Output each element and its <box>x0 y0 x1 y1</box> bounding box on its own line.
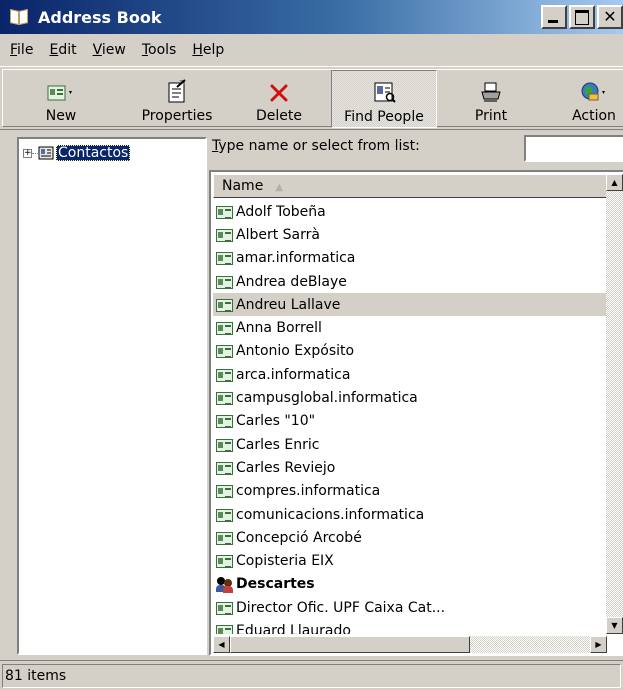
menu-tools[interactable]: Tools <box>142 42 177 58</box>
contact-card-icon <box>215 553 234 569</box>
list-item[interactable]: campusglobal.informatica <box>213 386 607 409</box>
list-item[interactable]: Anna Borrell <box>213 316 607 339</box>
properties-label: Properties <box>141 108 213 124</box>
find-people-button[interactable]: Find People <box>331 70 437 128</box>
contact-card-icon <box>215 343 234 359</box>
list-item[interactable]: Andrea deBlaye <box>213 270 607 293</box>
contact-card-icon <box>215 507 234 523</box>
contact-group-icon <box>215 576 234 594</box>
address-book-icon <box>8 7 30 27</box>
action-button[interactable]: Action <box>561 70 623 128</box>
maximize-button[interactable] <box>569 5 595 29</box>
menu-view[interactable]: View <box>93 42 126 58</box>
scroll-left-arrow-icon[interactable]: ◀ <box>213 636 230 653</box>
list-item[interactable]: Antonio Expósito <box>213 340 607 363</box>
list-item[interactable]: arca.informatica <box>213 363 607 386</box>
contact-card-icon <box>215 227 234 243</box>
expand-plus-icon[interactable]: + <box>23 148 32 158</box>
menu-edit[interactable]: Edit <box>49 42 76 58</box>
list-item[interactable]: compres.informatica <box>213 480 607 503</box>
minimize-button[interactable] <box>541 5 567 29</box>
search-input[interactable] <box>524 135 623 162</box>
contact-card-icon <box>215 390 234 406</box>
delete-x-icon <box>270 84 288 102</box>
list-item[interactable]: Adolf Tobeña <box>213 200 607 223</box>
new-label: New <box>45 108 77 124</box>
scroll-right-arrow-icon[interactable]: ▶ <box>590 636 607 653</box>
new-button[interactable]: New <box>31 70 91 128</box>
list-item[interactable]: Copisteria EIX <box>213 549 607 572</box>
folder-tree[interactable]: + Contactos <box>17 137 207 655</box>
vertical-scrollbar[interactable]: ▲ ▼ <box>606 174 623 634</box>
contact-card-icon <box>215 600 234 616</box>
find-people-icon <box>374 82 396 103</box>
properties-button[interactable]: Properties <box>129 70 225 128</box>
list-item[interactable]: Albert Sarrà <box>213 223 607 246</box>
action-globe-icon <box>581 82 605 101</box>
close-button[interactable]: ✕ <box>597 5 623 29</box>
contact-card-icon <box>215 460 234 476</box>
toolbar: New Properties Delete Find People Print … <box>0 66 623 130</box>
delete-label: Delete <box>256 108 302 124</box>
contact-card-icon <box>215 250 234 266</box>
address-book-folder-icon <box>38 146 54 160</box>
search-label: Type name or select from list: <box>212 138 420 154</box>
list-item[interactable]: Carles "10" <box>213 410 607 433</box>
action-label: Action <box>572 108 616 124</box>
delete-button[interactable]: Delete <box>248 70 310 128</box>
menu-file[interactable]: File <box>10 42 33 58</box>
list-item[interactable]: comunicacions.informatica <box>213 503 607 526</box>
sort-ascending-icon: ▲ <box>275 182 284 193</box>
contact-list[interactable]: Name ▲ Adolf Tobeña Albert Sarrà amar.inf… <box>209 170 623 656</box>
status-text: 81 items <box>2 664 621 688</box>
horizontal-scroll-thumb[interactable] <box>230 636 470 653</box>
list-item[interactable]: Director Ofic. UPF Caixa Cat... <box>213 596 607 619</box>
window-title: Address Book <box>38 7 162 27</box>
list-item[interactable]: Carles Enric <box>213 433 607 456</box>
list-item[interactable]: Concepció Arcobé <box>213 526 607 549</box>
list-item[interactable]: amar.informatica <box>213 247 607 270</box>
find-people-label: Find People <box>344 109 424 125</box>
title-bar: Address Book ✕ <box>0 0 623 34</box>
menu-bar: File Edit View Tools Help <box>0 38 623 62</box>
scroll-down-arrow-icon[interactable]: ▼ <box>606 617 623 634</box>
contact-card-icon <box>215 413 234 429</box>
print-label: Print <box>474 108 508 124</box>
list-item-selected[interactable]: Andreu Lallave <box>213 293 607 317</box>
contact-card-icon <box>215 297 234 313</box>
contact-card-icon <box>215 367 234 383</box>
printer-icon <box>481 82 501 102</box>
scroll-up-arrow-icon[interactable]: ▲ <box>606 174 623 191</box>
status-bar: 81 items <box>0 660 623 690</box>
contact-card-icon <box>215 623 234 634</box>
contact-card-icon <box>215 274 234 290</box>
list-item-group[interactable]: Descartes <box>213 573 607 596</box>
contact-card-icon <box>215 483 234 499</box>
list-item[interactable]: Carles Reviejo <box>213 456 607 479</box>
contact-card-icon <box>215 320 234 336</box>
contact-card-icon <box>215 530 234 546</box>
contact-card-icon <box>215 437 234 453</box>
tree-node-contactos[interactable]: + Contactos <box>23 145 131 161</box>
contact-card-icon <box>215 204 234 220</box>
menu-help[interactable]: Help <box>192 42 224 58</box>
new-contact-icon <box>47 85 72 101</box>
horizontal-scrollbar[interactable]: ◀ ▶ <box>213 636 607 653</box>
print-button[interactable]: Print <box>465 70 517 128</box>
tree-label-contactos[interactable]: Contactos <box>56 145 131 161</box>
column-header-name[interactable]: Name ▲ <box>213 174 607 198</box>
properties-icon <box>168 79 186 103</box>
list-item[interactable]: Eduard Llaurado <box>213 619 607 634</box>
